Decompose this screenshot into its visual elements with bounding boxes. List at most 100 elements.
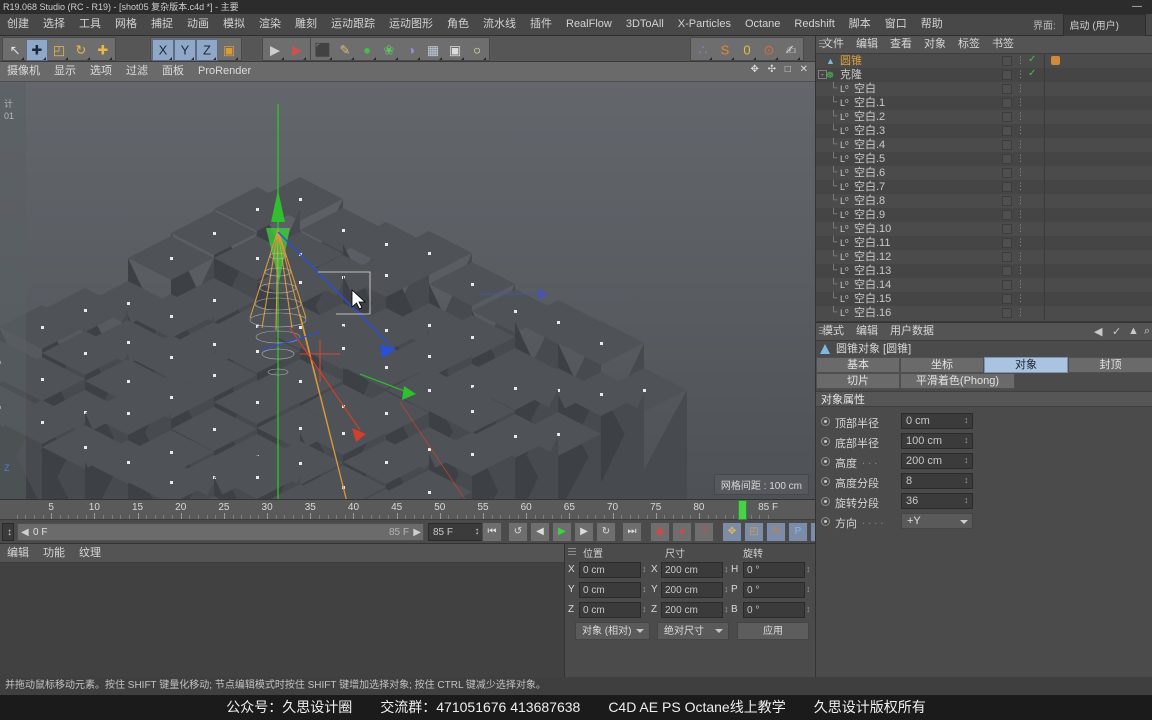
autokeying-button[interactable]: ● bbox=[672, 522, 692, 542]
position-spinner-0[interactable]: ↕ bbox=[642, 564, 647, 574]
go-to-end-button[interactable]: ⏭ bbox=[622, 522, 642, 542]
dropdown-corner-icon[interactable] bbox=[87, 57, 90, 60]
visibility-dots-icon[interactable] bbox=[1002, 182, 1012, 192]
object-row-10[interactable]: └ L⁰ 空白.8 ⋮ bbox=[816, 194, 1152, 208]
menu-item-0[interactable]: 创建 bbox=[0, 14, 36, 35]
menu-item-16[interactable]: X-Particles bbox=[671, 14, 738, 35]
object-row-9[interactable]: └ L⁰ 空白.7 ⋮ bbox=[816, 180, 1152, 194]
attribute-manager-panel[interactable]: 模式 编辑 用户数据 ◀ ✓ ▲ ⌕ 圆锥对象 [圆锥] 基本 坐标 对象 封顶 切片 平滑着色(P… bbox=[815, 322, 1152, 677]
object-row-17[interactable]: └ L⁰ 空白.15 ⋮ bbox=[816, 292, 1152, 306]
enable-dots-icon[interactable]: ⋮ bbox=[1016, 182, 1025, 191]
attribute-menu-item-1[interactable]: 编辑 bbox=[850, 323, 884, 340]
step-forward-button[interactable]: ▶ bbox=[574, 522, 594, 542]
timeline-playhead[interactable] bbox=[738, 500, 748, 520]
size-spinner-1[interactable]: ↕ bbox=[724, 584, 729, 594]
light-icon[interactable]: ○ bbox=[466, 39, 488, 61]
object-tag-area[interactable] bbox=[1048, 166, 1152, 180]
visibility-dots-icon[interactable] bbox=[1002, 98, 1012, 108]
enable-dots-icon[interactable]: ⋮ bbox=[1016, 294, 1025, 303]
property-spinner-0[interactable]: ↕ bbox=[964, 415, 969, 425]
cube-primitive-icon[interactable]: ⬛ bbox=[312, 39, 334, 61]
minimize-button[interactable]: — bbox=[1128, 0, 1146, 14]
menu-item-17[interactable]: Octane bbox=[738, 14, 787, 35]
menu-item-18[interactable]: Redshift bbox=[787, 14, 841, 35]
object-tag-area[interactable] bbox=[1048, 208, 1152, 222]
dropdown-corner-icon[interactable] bbox=[417, 57, 420, 60]
property-radio-4[interactable] bbox=[821, 497, 830, 506]
object-row-11[interactable]: └ L⁰ 空白.9 ⋮ bbox=[816, 208, 1152, 222]
object-row-13[interactable]: └ L⁰ 空白.11 ⋮ bbox=[816, 236, 1152, 250]
slider-right-arrow-icon[interactable]: ▶ bbox=[413, 524, 421, 541]
viewport-panel[interactable]: 摄像机 显示 选项 过滤 面板 ProRender ✥ ✣ □ ✕ 计 01 Z 网格间距 … bbox=[0, 62, 815, 499]
rotation-field-0[interactable]: 0 ° bbox=[743, 562, 805, 578]
dropdown-corner-icon[interactable] bbox=[797, 57, 800, 60]
enable-dots-icon[interactable]: ⋮ bbox=[1016, 84, 1025, 93]
visibility-dots-icon[interactable] bbox=[1002, 238, 1012, 248]
camera-icon[interactable]: ▣ bbox=[444, 39, 466, 61]
position-field-1[interactable]: 0 cm bbox=[579, 582, 641, 598]
attribute-tab-基本[interactable]: 基本 bbox=[816, 357, 900, 373]
material-menu-item-1[interactable]: 功能 bbox=[36, 544, 72, 562]
object-row-0[interactable]: ▲ 圆锥 ⋮ ✓ bbox=[816, 54, 1152, 68]
dropdown-corner-icon[interactable] bbox=[303, 57, 306, 60]
visibility-dots-icon[interactable] bbox=[1002, 140, 1012, 150]
object-tag-area[interactable] bbox=[1048, 138, 1152, 152]
property-radio-0[interactable] bbox=[821, 417, 830, 426]
timeline-ruler[interactable]: 5 10 15 20 25 30 35 40 45 50 55 60 65 70 75 80 85 F bbox=[0, 500, 815, 520]
render-view-icon[interactable]: ▶ bbox=[264, 39, 286, 61]
size-spinner-2[interactable]: ↕ bbox=[724, 604, 729, 614]
visibility-dots-icon[interactable] bbox=[1002, 56, 1012, 66]
object-menu-item-5[interactable]: 书签 bbox=[986, 36, 1020, 53]
enable-dots-icon[interactable]: ⋮ bbox=[1016, 266, 1025, 275]
dropdown-corner-icon[interactable] bbox=[439, 57, 442, 60]
visibility-dots-icon[interactable] bbox=[1002, 224, 1012, 234]
object-row-6[interactable]: └ L⁰ 空白.4 ⋮ bbox=[816, 138, 1152, 152]
layout-selector[interactable]: 界面: 启动 (用户) bbox=[1033, 14, 1152, 40]
property-dropdown-5[interactable]: +Y bbox=[901, 513, 973, 529]
parameter-key-icon[interactable]: P bbox=[788, 522, 808, 542]
coordinates-manager-panel[interactable]: 位置 尺寸 旋转 X0 cm ↕ X 200 cm ↕ H 0 ° ↕ Y 0 cm ↕ Y 200 cm ↕… bbox=[565, 543, 815, 677]
property-radio-1[interactable] bbox=[821, 437, 830, 446]
enable-dots-icon[interactable]: ⋮ bbox=[1016, 98, 1025, 107]
enable-dots-icon[interactable]: ⋮ bbox=[1016, 252, 1025, 261]
environment-icon[interactable]: ◑ bbox=[400, 39, 422, 61]
enable-dots-icon[interactable]: ⋮ bbox=[1016, 224, 1025, 233]
nav-back-icon[interactable]: ◀ bbox=[1094, 325, 1102, 338]
visibility-dots-icon[interactable] bbox=[1002, 168, 1012, 178]
object-tag-area[interactable] bbox=[1048, 82, 1152, 96]
nav-check-icon[interactable]: ✓ bbox=[1112, 325, 1121, 338]
visibility-dots-icon[interactable] bbox=[1002, 294, 1012, 304]
visibility-dots-icon[interactable] bbox=[1002, 112, 1012, 122]
coordinates-mode-select[interactable]: 对象 (相对) bbox=[575, 622, 650, 640]
attribute-tab-切片[interactable]: 切片 bbox=[816, 373, 900, 389]
object-tag-area[interactable] bbox=[1048, 152, 1152, 166]
floor-icon[interactable]: ▦ bbox=[422, 39, 444, 61]
size-spinner-0[interactable]: ↕ bbox=[724, 564, 729, 574]
size-field-1[interactable]: 200 cm bbox=[661, 582, 723, 598]
record-active-objects-button[interactable]: ◉ bbox=[650, 522, 670, 542]
object-tag-area[interactable] bbox=[1048, 180, 1152, 194]
current-frame-slider[interactable]: ◀ 0 F 85 F ▶ bbox=[17, 523, 424, 541]
rotation-spinner-1[interactable]: ↕ bbox=[806, 584, 811, 594]
menu-item-19[interactable]: 脚本 bbox=[842, 14, 878, 35]
viewport-3d-canvas[interactable] bbox=[0, 82, 815, 499]
dropdown-corner-icon[interactable] bbox=[329, 57, 332, 60]
scale-key-icon[interactable]: ◰ bbox=[744, 522, 764, 542]
sculpt-icon[interactable]: S bbox=[714, 39, 736, 61]
panel-grip-icon[interactable] bbox=[819, 40, 827, 49]
object-menu-item-4[interactable]: 标签 bbox=[952, 36, 986, 53]
object-row-12[interactable]: └ L⁰ 空白.10 ⋮ bbox=[816, 222, 1152, 236]
dropdown-corner-icon[interactable] bbox=[395, 57, 398, 60]
object-tag-area[interactable] bbox=[1048, 124, 1152, 138]
visibility-dots-icon[interactable] bbox=[1002, 126, 1012, 136]
dropdown-corner-icon[interactable] bbox=[373, 57, 376, 60]
rotation-key-icon[interactable]: ↻ bbox=[766, 522, 786, 542]
move-tool[interactable]: ✚ bbox=[26, 39, 48, 61]
property-field-3[interactable]: 8 bbox=[901, 473, 973, 489]
viewport-gizmo-overlay[interactable] bbox=[0, 82, 815, 499]
menu-item-3[interactable]: 网格 bbox=[108, 14, 144, 35]
dropdown-corner-icon[interactable] bbox=[109, 57, 112, 60]
panel-grip-icon[interactable] bbox=[819, 327, 827, 336]
object-tag-area[interactable] bbox=[1048, 236, 1152, 250]
object-tag-area[interactable] bbox=[1048, 250, 1152, 264]
